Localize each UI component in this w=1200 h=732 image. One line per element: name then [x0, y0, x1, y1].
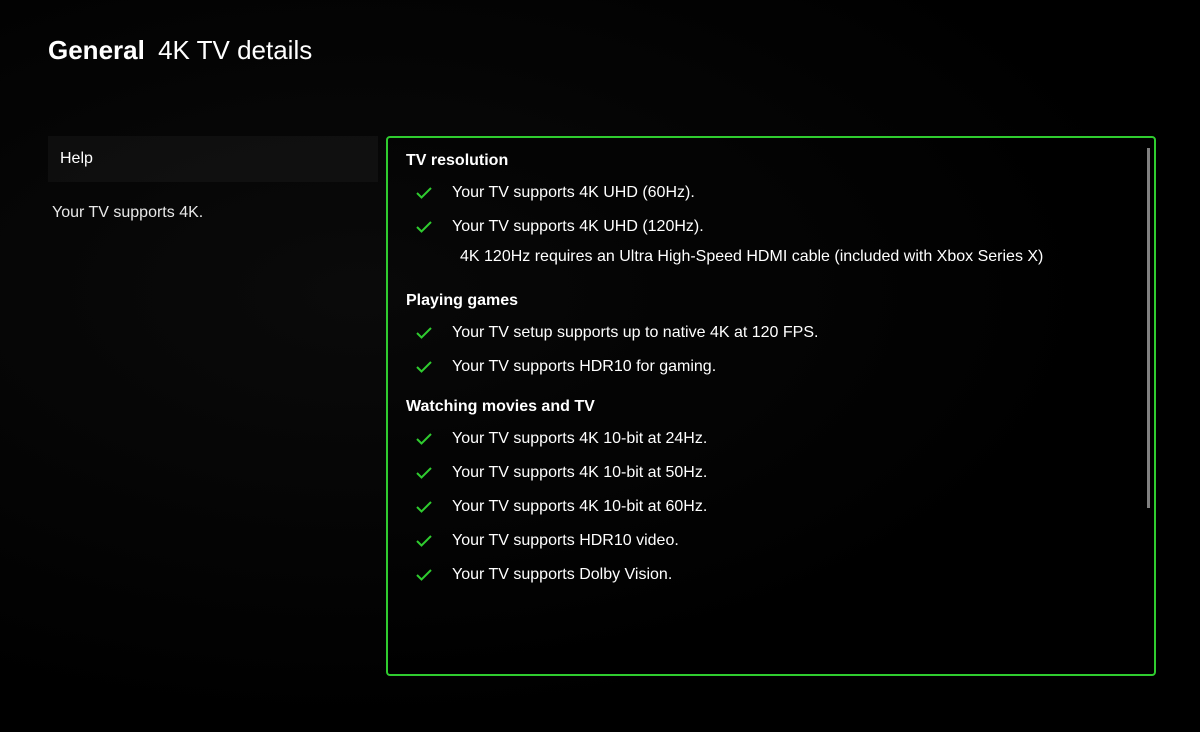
- list-item: Your TV supports HDR10 for gaming.: [406, 354, 1136, 380]
- breadcrumb-page: 4K TV details: [158, 35, 312, 65]
- section-title: Playing games: [406, 292, 1136, 310]
- sidebar: Help Your TV supports 4K.: [48, 136, 378, 676]
- list-item-note: 4K 120Hz requires an Ultra High-Speed HD…: [406, 248, 1136, 274]
- check-icon: [416, 568, 438, 582]
- check-icon: [416, 500, 438, 514]
- check-text: Your TV supports Dolby Vision.: [452, 566, 672, 584]
- details-panel[interactable]: TV resolution Your TV supports 4K UHD (6…: [386, 136, 1156, 676]
- list-item: Your TV supports HDR10 video.: [406, 528, 1136, 554]
- list-item: Your TV supports 4K 10-bit at 60Hz.: [406, 494, 1136, 520]
- check-icon: [416, 186, 438, 200]
- check-icon: [416, 360, 438, 374]
- list-item: Your TV supports 4K UHD (120Hz).: [406, 214, 1136, 240]
- content-area: Help Your TV supports 4K. TV resolution …: [0, 136, 1200, 676]
- check-icon: [416, 432, 438, 446]
- check-text: Your TV supports 4K 10-bit at 60Hz.: [452, 498, 707, 516]
- note-text: 4K 120Hz requires an Ultra High-Speed HD…: [460, 248, 1043, 265]
- list-item: Your TV supports 4K 10-bit at 24Hz.: [406, 426, 1136, 452]
- section-playing-games: Playing games Your TV setup supports up …: [406, 292, 1136, 380]
- check-icon: [416, 326, 438, 340]
- check-text: Your TV supports 4K UHD (120Hz).: [452, 218, 704, 236]
- check-text: Your TV supports 4K UHD (60Hz).: [452, 184, 695, 202]
- check-text: Your TV supports 4K 10-bit at 24Hz.: [452, 430, 707, 448]
- list-item: Your TV setup supports up to native 4K a…: [406, 320, 1136, 346]
- section-title: Watching movies and TV: [406, 398, 1136, 416]
- breadcrumb-category: General: [48, 35, 145, 65]
- sidebar-item-label: Help: [60, 150, 93, 167]
- section-tv-resolution: TV resolution Your TV supports 4K UHD (6…: [406, 152, 1136, 274]
- scrollbar[interactable]: [1147, 148, 1150, 508]
- sidebar-status-text: Your TV supports 4K.: [48, 182, 378, 222]
- header: General 4K TV details: [0, 0, 1200, 66]
- check-icon: [416, 534, 438, 548]
- check-text: Your TV supports 4K 10-bit at 50Hz.: [452, 464, 707, 482]
- check-text: Your TV setup supports up to native 4K a…: [452, 324, 818, 342]
- sidebar-item-help[interactable]: Help: [48, 136, 378, 182]
- list-item: Your TV supports 4K UHD (60Hz).: [406, 180, 1136, 206]
- check-text: Your TV supports HDR10 video.: [452, 532, 679, 550]
- section-title: TV resolution: [406, 152, 1136, 170]
- check-icon: [416, 220, 438, 234]
- list-item: Your TV supports 4K 10-bit at 50Hz.: [406, 460, 1136, 486]
- check-icon: [416, 466, 438, 480]
- section-watching: Watching movies and TV Your TV supports …: [406, 398, 1136, 588]
- check-text: Your TV supports HDR10 for gaming.: [452, 358, 716, 376]
- list-item: Your TV supports Dolby Vision.: [406, 562, 1136, 588]
- breadcrumb: General 4K TV details: [48, 35, 1200, 66]
